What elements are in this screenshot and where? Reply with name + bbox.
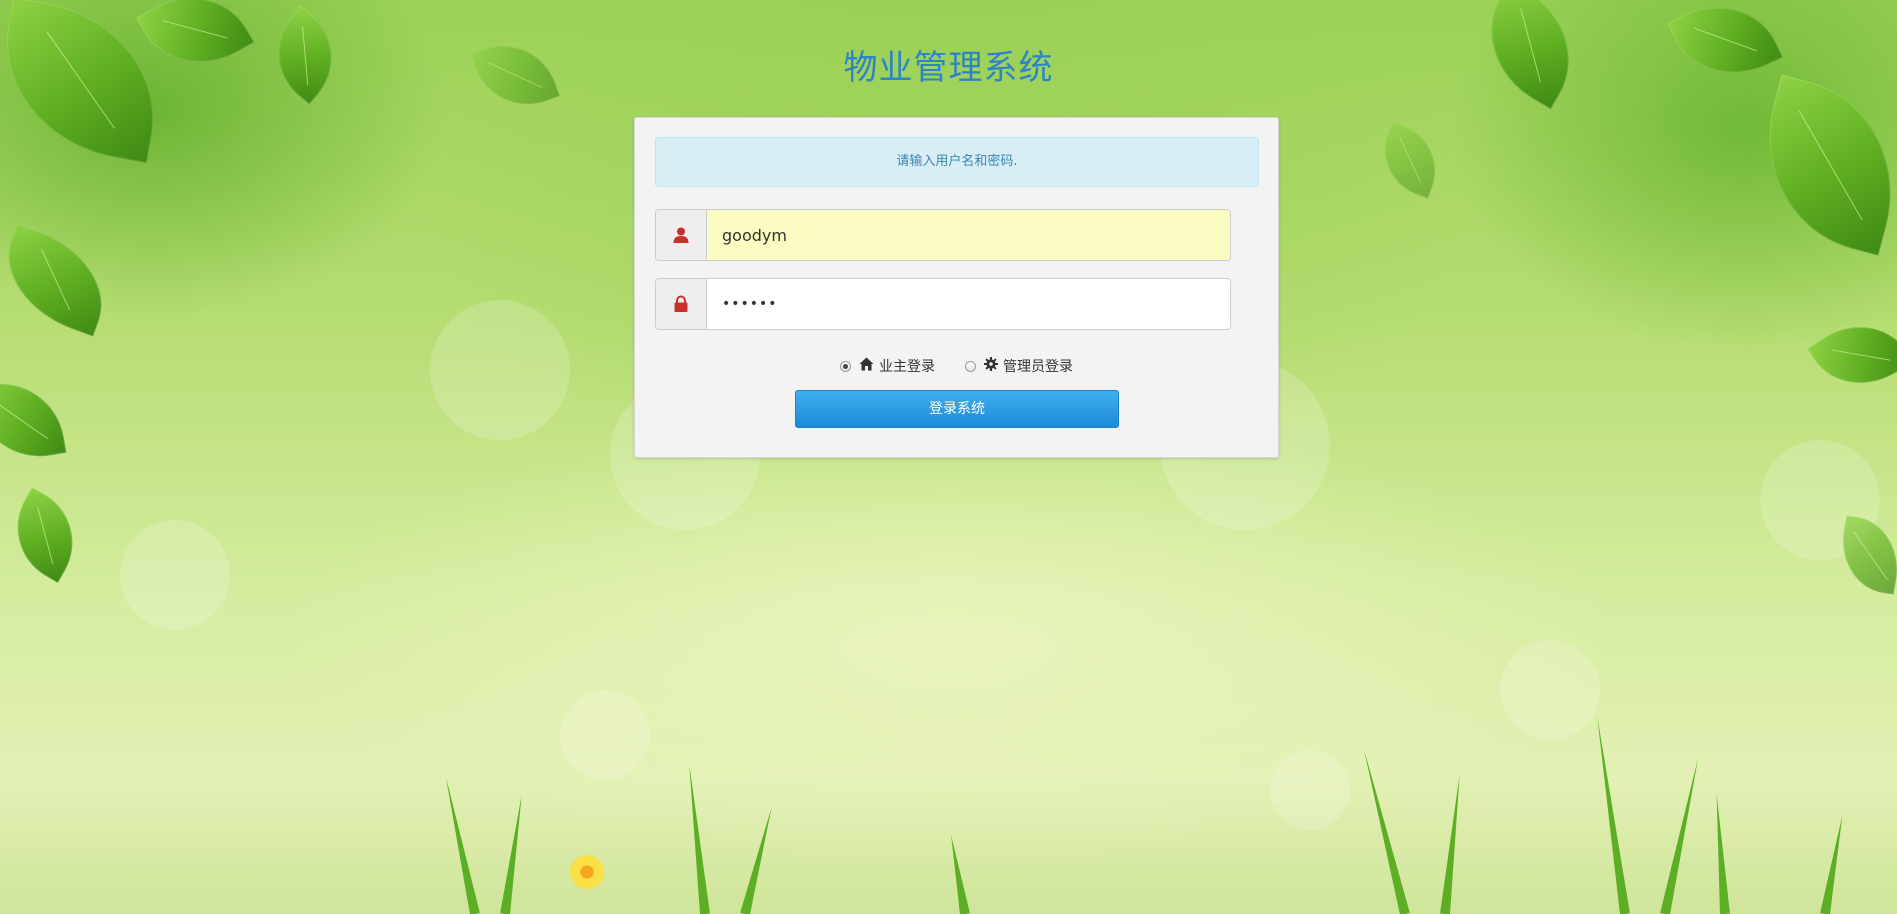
owner-login-radio[interactable]: 业主登录 — [840, 356, 935, 376]
login-role-group: 业主登录 管理员登录 — [635, 356, 1278, 376]
lock-icon — [656, 279, 707, 329]
page-title: 物业管理系统 — [843, 48, 1054, 88]
password-input-group: •••••• — [655, 278, 1231, 330]
login-hint-alert: 请输入用户名和密码. — [655, 137, 1259, 187]
username-input-group: goodym — [655, 209, 1231, 261]
login-submit-button[interactable]: 登录系统 — [795, 390, 1119, 428]
admin-login-label: 管理员登录 — [1003, 359, 1073, 375]
admin-login-radio-button[interactable] — [965, 360, 976, 372]
user-icon — [656, 210, 707, 260]
login-panel: 请输入用户名和密码. goodym •••••• 业主登录 管理员登录 登录系统 — [634, 117, 1279, 458]
gear-icon — [984, 357, 998, 375]
home-icon — [859, 357, 874, 375]
admin-login-radio[interactable]: 管理员登录 — [965, 356, 1073, 376]
owner-login-label: 业主登录 — [879, 359, 935, 375]
password-input[interactable]: •••••• — [707, 279, 1230, 329]
owner-login-radio-button[interactable] — [840, 360, 851, 372]
username-input[interactable]: goodym — [707, 210, 1230, 260]
